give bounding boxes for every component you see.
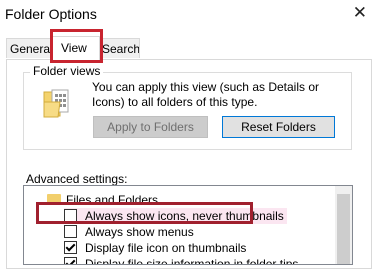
option-highlight	[36, 202, 253, 224]
folder-views-legend: Folder views	[30, 64, 104, 78]
list-item-always-show-menus[interactable]: Always show menus	[64, 224, 194, 240]
tab-general[interactable]: General	[6, 38, 52, 58]
reset-folders-button[interactable]: Reset Folders	[222, 116, 335, 138]
view-tab-highlight	[50, 29, 103, 63]
title-bar: Folder Options ✕	[0, 0, 377, 30]
vertical-scrollbar[interactable]	[335, 186, 352, 264]
display-file-icon-checkbox[interactable]	[64, 241, 77, 254]
close-icon[interactable]: ✕	[353, 4, 367, 22]
folder-view-icon	[43, 89, 69, 118]
apply-to-folders-button[interactable]: Apply to Folders	[93, 116, 208, 138]
scrollbar-thumb[interactable]	[337, 194, 350, 264]
always-show-menus-checkbox[interactable]	[64, 225, 77, 238]
window-title: Folder Options	[5, 6, 97, 22]
display-file-size-checkbox[interactable]	[64, 257, 77, 264]
folder-views-description: You can apply this view (such as Details…	[92, 80, 320, 109]
list-item-display-file-icon[interactable]: Display file icon on thumbnails	[64, 240, 246, 256]
tab-search[interactable]: Search	[98, 38, 140, 58]
list-item-label: Display file icon on thumbnails	[85, 241, 247, 255]
advanced-settings-list[interactable]: Files and Folders Always show icons, nev…	[23, 185, 353, 265]
advanced-settings-label: Advanced settings:	[26, 172, 128, 186]
list-item-label: Display file size information in folder …	[85, 257, 299, 265]
list-item-label: Always show menus	[85, 225, 194, 239]
